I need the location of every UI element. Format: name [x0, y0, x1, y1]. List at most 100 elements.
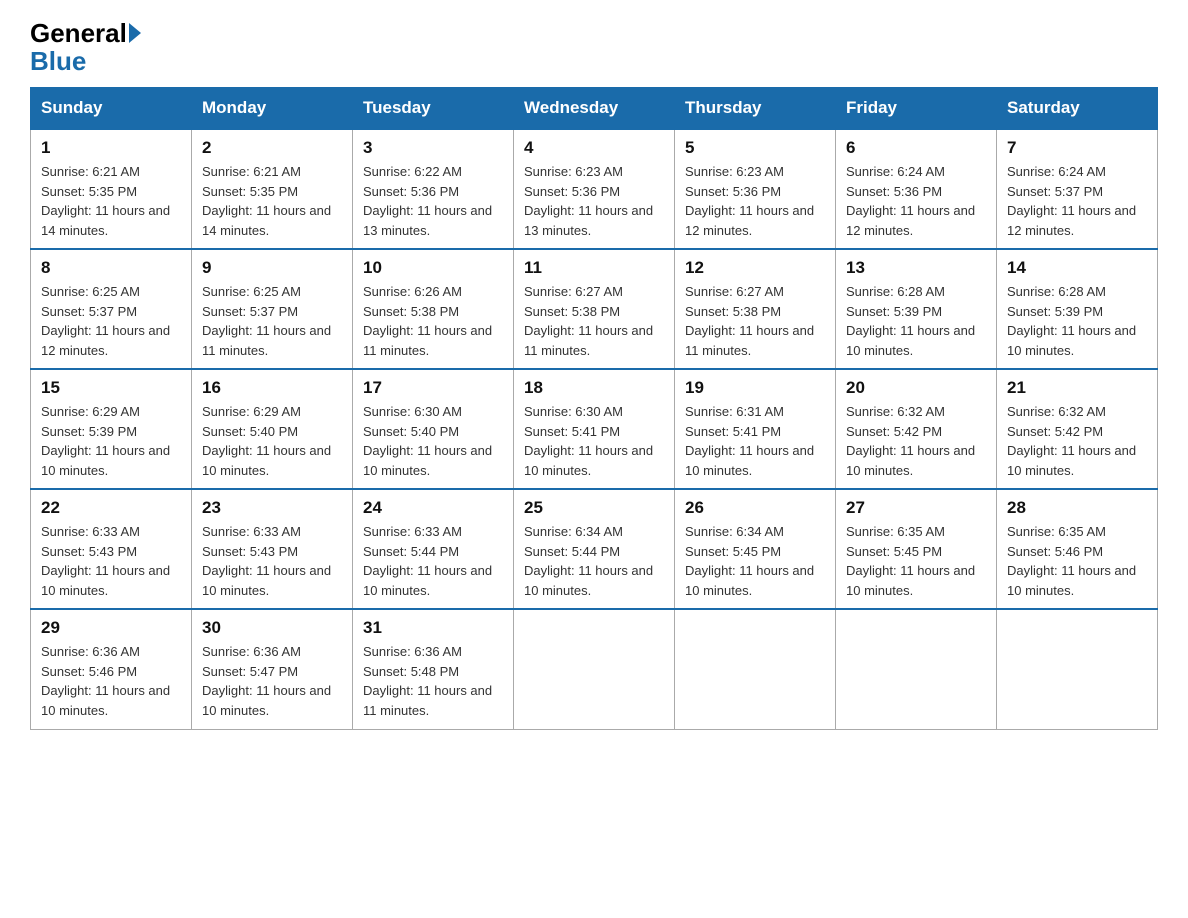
calendar-cell: 6 Sunrise: 6:24 AMSunset: 5:36 PMDayligh… [836, 129, 997, 249]
calendar-cell: 14 Sunrise: 6:28 AMSunset: 5:39 PMDaylig… [997, 249, 1158, 369]
calendar-week-row: 15 Sunrise: 6:29 AMSunset: 5:39 PMDaylig… [31, 369, 1158, 489]
calendar-cell: 28 Sunrise: 6:35 AMSunset: 5:46 PMDaylig… [997, 489, 1158, 609]
day-info: Sunrise: 6:25 AMSunset: 5:37 PMDaylight:… [41, 282, 181, 360]
day-info: Sunrise: 6:29 AMSunset: 5:39 PMDaylight:… [41, 402, 181, 480]
day-number: 9 [202, 258, 342, 278]
day-info: Sunrise: 6:29 AMSunset: 5:40 PMDaylight:… [202, 402, 342, 480]
calendar-cell: 12 Sunrise: 6:27 AMSunset: 5:38 PMDaylig… [675, 249, 836, 369]
day-number: 18 [524, 378, 664, 398]
calendar-cell: 29 Sunrise: 6:36 AMSunset: 5:46 PMDaylig… [31, 609, 192, 729]
calendar-cell: 27 Sunrise: 6:35 AMSunset: 5:45 PMDaylig… [836, 489, 997, 609]
weekday-header-sunday: Sunday [31, 88, 192, 130]
day-number: 12 [685, 258, 825, 278]
logo-general-text: General [30, 20, 127, 46]
calendar-cell: 16 Sunrise: 6:29 AMSunset: 5:40 PMDaylig… [192, 369, 353, 489]
day-number: 1 [41, 138, 181, 158]
day-info: Sunrise: 6:30 AMSunset: 5:41 PMDaylight:… [524, 402, 664, 480]
day-info: Sunrise: 6:23 AMSunset: 5:36 PMDaylight:… [524, 162, 664, 240]
day-number: 4 [524, 138, 664, 158]
calendar-cell: 4 Sunrise: 6:23 AMSunset: 5:36 PMDayligh… [514, 129, 675, 249]
weekday-header-row: SundayMondayTuesdayWednesdayThursdayFrid… [31, 88, 1158, 130]
calendar-cell: 30 Sunrise: 6:36 AMSunset: 5:47 PMDaylig… [192, 609, 353, 729]
day-info: Sunrise: 6:26 AMSunset: 5:38 PMDaylight:… [363, 282, 503, 360]
page-header: General Blue [30, 20, 1158, 77]
calendar-cell: 21 Sunrise: 6:32 AMSunset: 5:42 PMDaylig… [997, 369, 1158, 489]
calendar-cell: 1 Sunrise: 6:21 AMSunset: 5:35 PMDayligh… [31, 129, 192, 249]
calendar-cell [675, 609, 836, 729]
day-number: 29 [41, 618, 181, 638]
calendar-cell: 9 Sunrise: 6:25 AMSunset: 5:37 PMDayligh… [192, 249, 353, 369]
weekday-header-monday: Monday [192, 88, 353, 130]
day-info: Sunrise: 6:22 AMSunset: 5:36 PMDaylight:… [363, 162, 503, 240]
day-info: Sunrise: 6:35 AMSunset: 5:46 PMDaylight:… [1007, 522, 1147, 600]
day-info: Sunrise: 6:28 AMSunset: 5:39 PMDaylight:… [846, 282, 986, 360]
day-info: Sunrise: 6:33 AMSunset: 5:44 PMDaylight:… [363, 522, 503, 600]
day-number: 17 [363, 378, 503, 398]
calendar-cell: 7 Sunrise: 6:24 AMSunset: 5:37 PMDayligh… [997, 129, 1158, 249]
calendar-week-row: 29 Sunrise: 6:36 AMSunset: 5:46 PMDaylig… [31, 609, 1158, 729]
day-info: Sunrise: 6:34 AMSunset: 5:45 PMDaylight:… [685, 522, 825, 600]
calendar-cell: 11 Sunrise: 6:27 AMSunset: 5:38 PMDaylig… [514, 249, 675, 369]
day-number: 21 [1007, 378, 1147, 398]
calendar-cell: 15 Sunrise: 6:29 AMSunset: 5:39 PMDaylig… [31, 369, 192, 489]
day-number: 24 [363, 498, 503, 518]
day-info: Sunrise: 6:24 AMSunset: 5:36 PMDaylight:… [846, 162, 986, 240]
calendar-cell [997, 609, 1158, 729]
weekday-header-thursday: Thursday [675, 88, 836, 130]
day-info: Sunrise: 6:33 AMSunset: 5:43 PMDaylight:… [202, 522, 342, 600]
day-number: 28 [1007, 498, 1147, 518]
calendar-week-row: 22 Sunrise: 6:33 AMSunset: 5:43 PMDaylig… [31, 489, 1158, 609]
calendar-cell: 26 Sunrise: 6:34 AMSunset: 5:45 PMDaylig… [675, 489, 836, 609]
day-number: 15 [41, 378, 181, 398]
weekday-header-saturday: Saturday [997, 88, 1158, 130]
day-number: 20 [846, 378, 986, 398]
day-info: Sunrise: 6:32 AMSunset: 5:42 PMDaylight:… [846, 402, 986, 480]
calendar-cell: 20 Sunrise: 6:32 AMSunset: 5:42 PMDaylig… [836, 369, 997, 489]
logo-arrow-icon [129, 23, 141, 43]
day-info: Sunrise: 6:36 AMSunset: 5:46 PMDaylight:… [41, 642, 181, 720]
calendar-cell: 22 Sunrise: 6:33 AMSunset: 5:43 PMDaylig… [31, 489, 192, 609]
weekday-header-tuesday: Tuesday [353, 88, 514, 130]
day-number: 16 [202, 378, 342, 398]
calendar-cell: 17 Sunrise: 6:30 AMSunset: 5:40 PMDaylig… [353, 369, 514, 489]
day-info: Sunrise: 6:21 AMSunset: 5:35 PMDaylight:… [202, 162, 342, 240]
day-info: Sunrise: 6:34 AMSunset: 5:44 PMDaylight:… [524, 522, 664, 600]
day-number: 11 [524, 258, 664, 278]
day-info: Sunrise: 6:36 AMSunset: 5:48 PMDaylight:… [363, 642, 503, 720]
calendar-cell: 24 Sunrise: 6:33 AMSunset: 5:44 PMDaylig… [353, 489, 514, 609]
calendar-cell: 8 Sunrise: 6:25 AMSunset: 5:37 PMDayligh… [31, 249, 192, 369]
day-number: 23 [202, 498, 342, 518]
day-info: Sunrise: 6:24 AMSunset: 5:37 PMDaylight:… [1007, 162, 1147, 240]
calendar-cell: 13 Sunrise: 6:28 AMSunset: 5:39 PMDaylig… [836, 249, 997, 369]
day-info: Sunrise: 6:23 AMSunset: 5:36 PMDaylight:… [685, 162, 825, 240]
logo: General Blue [30, 20, 143, 77]
calendar-week-row: 8 Sunrise: 6:25 AMSunset: 5:37 PMDayligh… [31, 249, 1158, 369]
calendar-cell: 23 Sunrise: 6:33 AMSunset: 5:43 PMDaylig… [192, 489, 353, 609]
day-info: Sunrise: 6:31 AMSunset: 5:41 PMDaylight:… [685, 402, 825, 480]
weekday-header-wednesday: Wednesday [514, 88, 675, 130]
day-number: 2 [202, 138, 342, 158]
day-info: Sunrise: 6:21 AMSunset: 5:35 PMDaylight:… [41, 162, 181, 240]
calendar-cell: 3 Sunrise: 6:22 AMSunset: 5:36 PMDayligh… [353, 129, 514, 249]
day-number: 8 [41, 258, 181, 278]
calendar-cell [514, 609, 675, 729]
weekday-header-friday: Friday [836, 88, 997, 130]
day-number: 6 [846, 138, 986, 158]
day-number: 25 [524, 498, 664, 518]
day-info: Sunrise: 6:27 AMSunset: 5:38 PMDaylight:… [524, 282, 664, 360]
day-info: Sunrise: 6:33 AMSunset: 5:43 PMDaylight:… [41, 522, 181, 600]
day-info: Sunrise: 6:28 AMSunset: 5:39 PMDaylight:… [1007, 282, 1147, 360]
day-number: 30 [202, 618, 342, 638]
day-info: Sunrise: 6:25 AMSunset: 5:37 PMDaylight:… [202, 282, 342, 360]
calendar-cell: 18 Sunrise: 6:30 AMSunset: 5:41 PMDaylig… [514, 369, 675, 489]
day-number: 10 [363, 258, 503, 278]
day-info: Sunrise: 6:27 AMSunset: 5:38 PMDaylight:… [685, 282, 825, 360]
calendar-cell [836, 609, 997, 729]
calendar-cell: 31 Sunrise: 6:36 AMSunset: 5:48 PMDaylig… [353, 609, 514, 729]
calendar-table: SundayMondayTuesdayWednesdayThursdayFrid… [30, 87, 1158, 730]
day-number: 14 [1007, 258, 1147, 278]
calendar-cell: 10 Sunrise: 6:26 AMSunset: 5:38 PMDaylig… [353, 249, 514, 369]
day-number: 31 [363, 618, 503, 638]
day-number: 3 [363, 138, 503, 158]
day-info: Sunrise: 6:35 AMSunset: 5:45 PMDaylight:… [846, 522, 986, 600]
